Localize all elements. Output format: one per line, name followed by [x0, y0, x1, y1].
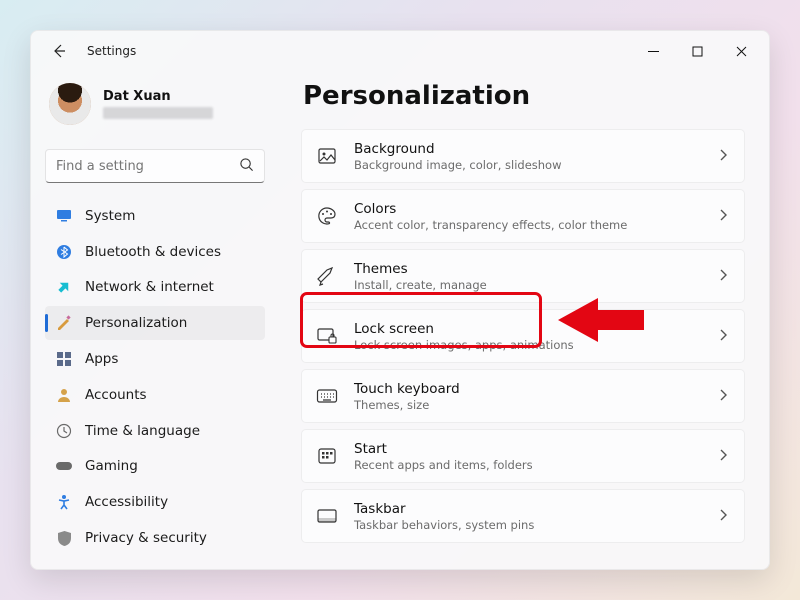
- card-lock-screen[interactable]: Lock screen Lock screen images, apps, an…: [301, 309, 745, 363]
- card-subtitle: Recent apps and items, folders: [354, 458, 718, 472]
- sidebar-item-label: Time & language: [85, 423, 200, 439]
- card-subtitle: Install, create, manage: [354, 278, 718, 292]
- minimize-icon: [648, 46, 659, 57]
- card-colors[interactable]: Colors Accent color, transparency effect…: [301, 189, 745, 243]
- sidebar-item-privacy[interactable]: Privacy & security: [45, 521, 265, 555]
- sidebar-item-label: Bluetooth & devices: [85, 244, 221, 260]
- card-themes[interactable]: Themes Install, create, manage: [301, 249, 745, 303]
- sidebar-item-label: Privacy & security: [85, 530, 207, 546]
- sidebar-item-time-language[interactable]: Time & language: [45, 414, 265, 448]
- card-start[interactable]: Start Recent apps and items, folders: [301, 429, 745, 483]
- minimize-button[interactable]: [631, 36, 675, 66]
- sidebar-item-label: Accounts: [85, 387, 147, 403]
- personalization-icon: [55, 314, 73, 332]
- maximize-icon: [692, 46, 703, 57]
- settings-list: Background Background image, color, slid…: [301, 129, 745, 543]
- sidebar-item-accessibility[interactable]: Accessibility: [45, 485, 265, 519]
- card-subtitle: Taskbar behaviors, system pins: [354, 518, 718, 532]
- card-taskbar[interactable]: Taskbar Taskbar behaviors, system pins: [301, 489, 745, 543]
- sidebar-item-label: Accessibility: [85, 494, 168, 510]
- sidebar-item-system[interactable]: System: [45, 199, 265, 233]
- chevron-right-icon: [718, 327, 728, 346]
- content-area: Personalization Background Background im…: [279, 71, 769, 569]
- search-box[interactable]: [45, 149, 265, 183]
- card-subtitle: Themes, size: [354, 398, 718, 412]
- network-icon: [55, 278, 73, 296]
- chevron-right-icon: [718, 387, 728, 406]
- lock-screen-icon: [316, 326, 338, 346]
- card-title: Lock screen: [354, 321, 718, 337]
- sidebar-item-bluetooth[interactable]: Bluetooth & devices: [45, 235, 265, 269]
- card-title: Themes: [354, 261, 718, 277]
- window-body: Dat Xuan System Bluetooth & devices: [31, 71, 769, 569]
- card-background[interactable]: Background Background image, color, slid…: [301, 129, 745, 183]
- sidebar: Dat Xuan System Bluetooth & devices: [31, 71, 279, 569]
- card-touch-keyboard[interactable]: Touch keyboard Themes, size: [301, 369, 745, 423]
- card-title: Colors: [354, 201, 718, 217]
- sidebar-item-network[interactable]: Network & internet: [45, 271, 265, 305]
- themes-icon: [316, 266, 338, 286]
- search-input[interactable]: [56, 159, 239, 174]
- colors-icon: [316, 206, 338, 226]
- sidebar-nav: System Bluetooth & devices Network & int…: [45, 199, 265, 555]
- privacy-icon: [55, 529, 73, 547]
- bluetooth-icon: [55, 243, 73, 261]
- back-button[interactable]: [45, 37, 73, 65]
- window-title: Settings: [87, 44, 136, 58]
- card-title: Background: [354, 141, 718, 157]
- chevron-right-icon: [718, 267, 728, 286]
- start-icon: [316, 447, 338, 465]
- settings-window: Settings Dat Xuan: [30, 30, 770, 570]
- titlebar: Settings: [31, 31, 769, 71]
- card-title: Taskbar: [354, 501, 718, 517]
- sidebar-item-label: Network & internet: [85, 279, 214, 295]
- chevron-right-icon: [718, 507, 728, 526]
- sidebar-item-accounts[interactable]: Accounts: [45, 378, 265, 412]
- sidebar-item-apps[interactable]: Apps: [45, 342, 265, 376]
- chevron-right-icon: [718, 147, 728, 166]
- taskbar-icon: [316, 508, 338, 524]
- close-icon: [736, 46, 747, 57]
- close-button[interactable]: [719, 36, 763, 66]
- card-subtitle: Lock screen images, apps, animations: [354, 338, 718, 352]
- avatar: [49, 83, 91, 125]
- card-title: Touch keyboard: [354, 381, 718, 397]
- system-icon: [55, 207, 73, 225]
- profile[interactable]: Dat Xuan: [45, 79, 265, 135]
- time-language-icon: [55, 422, 73, 440]
- chevron-right-icon: [718, 447, 728, 466]
- sidebar-item-personalization[interactable]: Personalization: [45, 306, 265, 340]
- page-title: Personalization: [303, 81, 745, 111]
- card-subtitle: Accent color, transparency effects, colo…: [354, 218, 718, 232]
- window-controls: [631, 36, 763, 66]
- sidebar-item-label: Gaming: [85, 458, 138, 474]
- card-title: Start: [354, 441, 718, 457]
- sidebar-item-label: Apps: [85, 351, 118, 367]
- profile-name: Dat Xuan: [103, 89, 213, 104]
- accessibility-icon: [55, 493, 73, 511]
- background-icon: [316, 146, 338, 166]
- back-arrow-icon: [51, 43, 67, 59]
- sidebar-item-label: Personalization: [85, 315, 187, 331]
- profile-email-redacted: [103, 107, 213, 119]
- touch-keyboard-icon: [316, 388, 338, 404]
- accounts-icon: [55, 386, 73, 404]
- sidebar-item-gaming[interactable]: Gaming: [45, 450, 265, 484]
- maximize-button[interactable]: [675, 36, 719, 66]
- gaming-icon: [55, 457, 73, 475]
- search-icon: [239, 157, 254, 176]
- apps-icon: [55, 350, 73, 368]
- sidebar-item-label: System: [85, 208, 135, 224]
- card-subtitle: Background image, color, slideshow: [354, 158, 718, 172]
- chevron-right-icon: [718, 207, 728, 226]
